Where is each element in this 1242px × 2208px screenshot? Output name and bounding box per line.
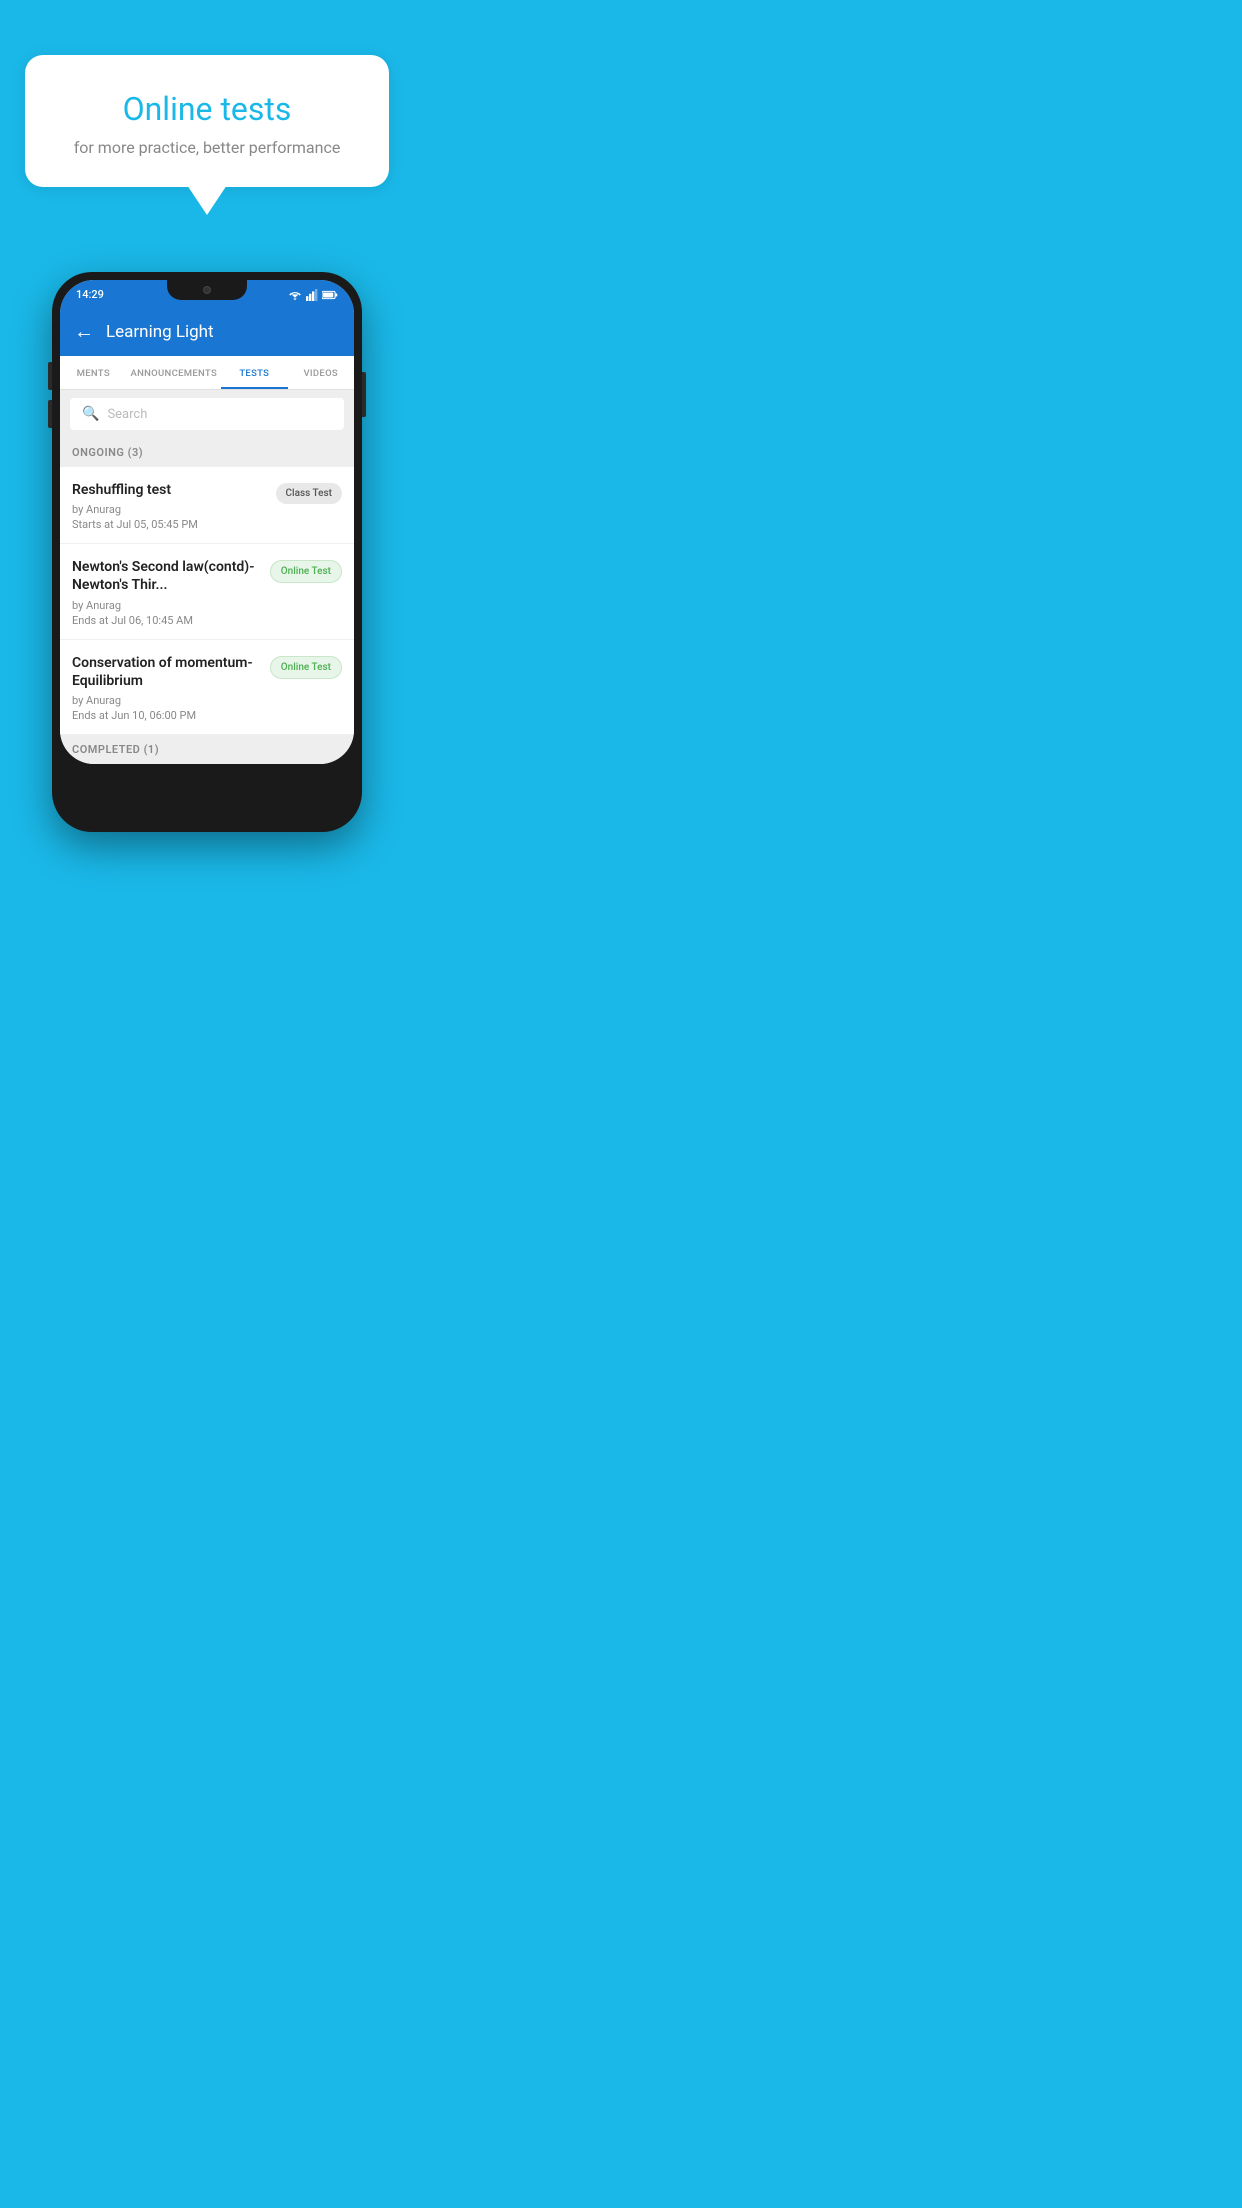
test-info-2: Newton's Second law(contd)-Newton's Thir… <box>72 558 270 626</box>
test-badge-3: Online Test <box>270 656 342 679</box>
app-bar: ← Learning Light <box>60 307 354 356</box>
test-item-3[interactable]: Conservation of momentum-Equilibrium by … <box>60 640 354 735</box>
tab-announcements[interactable]: ANNOUNCEMENTS <box>127 356 222 389</box>
test-author-2: by Anurag <box>72 599 260 612</box>
test-date-3: Ends at Jun 10, 06:00 PM <box>72 709 260 722</box>
completed-section-header: COMPLETED (1) <box>60 735 354 764</box>
volume-up-button <box>48 362 52 390</box>
test-title-1: Reshuffling test <box>72 481 266 499</box>
ongoing-section-header: ONGOING (3) <box>60 438 354 467</box>
bubble-title: Online tests <box>55 90 359 128</box>
status-icons <box>288 289 338 301</box>
phone-screen: 14:29 <box>60 280 354 764</box>
test-list: Reshuffling test by Anurag Starts at Jul… <box>60 467 354 735</box>
test-author-3: by Anurag <box>72 694 260 707</box>
bubble-subtitle: for more practice, better performance <box>55 138 359 157</box>
search-box[interactable]: 🔍 Search <box>70 398 344 430</box>
test-title-2: Newton's Second law(contd)-Newton's Thir… <box>72 558 260 594</box>
wifi-icon <box>288 289 302 301</box>
camera <box>203 286 211 294</box>
power-button <box>362 372 366 417</box>
phone-mockup: 14:29 <box>0 272 414 852</box>
search-icon: 🔍 <box>82 406 99 422</box>
test-badge-1: Class Test <box>276 483 342 504</box>
speech-bubble: Online tests for more practice, better p… <box>25 55 389 187</box>
test-info-3: Conservation of momentum-Equilibrium by … <box>72 654 270 722</box>
speech-bubble-area: Online tests for more practice, better p… <box>0 0 414 217</box>
test-date-2: Ends at Jul 06, 10:45 AM <box>72 614 260 627</box>
tab-bar: MENTS ANNOUNCEMENTS TESTS VIDEOS <box>60 356 354 390</box>
app-bar-title: Learning Light <box>106 322 214 342</box>
battery-icon <box>322 290 338 300</box>
phone-outer: 14:29 <box>52 272 362 832</box>
tab-videos[interactable]: VIDEOS <box>288 356 355 389</box>
volume-down-button <box>48 400 52 428</box>
signal-icon <box>306 289 318 301</box>
test-date-1: Starts at Jul 05, 05:45 PM <box>72 518 266 531</box>
test-badge-2: Online Test <box>270 560 342 583</box>
test-author-1: by Anurag <box>72 503 266 516</box>
back-button[interactable]: ← <box>74 319 94 344</box>
test-info-1: Reshuffling test by Anurag Starts at Jul… <box>72 481 276 531</box>
status-time: 14:29 <box>76 288 104 301</box>
test-title-3: Conservation of momentum-Equilibrium <box>72 654 260 690</box>
notch <box>167 280 247 300</box>
search-placeholder: Search <box>107 407 147 422</box>
test-item-1[interactable]: Reshuffling test by Anurag Starts at Jul… <box>60 467 354 544</box>
test-item-2[interactable]: Newton's Second law(contd)-Newton's Thir… <box>60 544 354 639</box>
search-container: 🔍 Search <box>60 390 354 438</box>
tab-ments[interactable]: MENTS <box>60 356 127 389</box>
tab-tests[interactable]: TESTS <box>221 356 288 389</box>
